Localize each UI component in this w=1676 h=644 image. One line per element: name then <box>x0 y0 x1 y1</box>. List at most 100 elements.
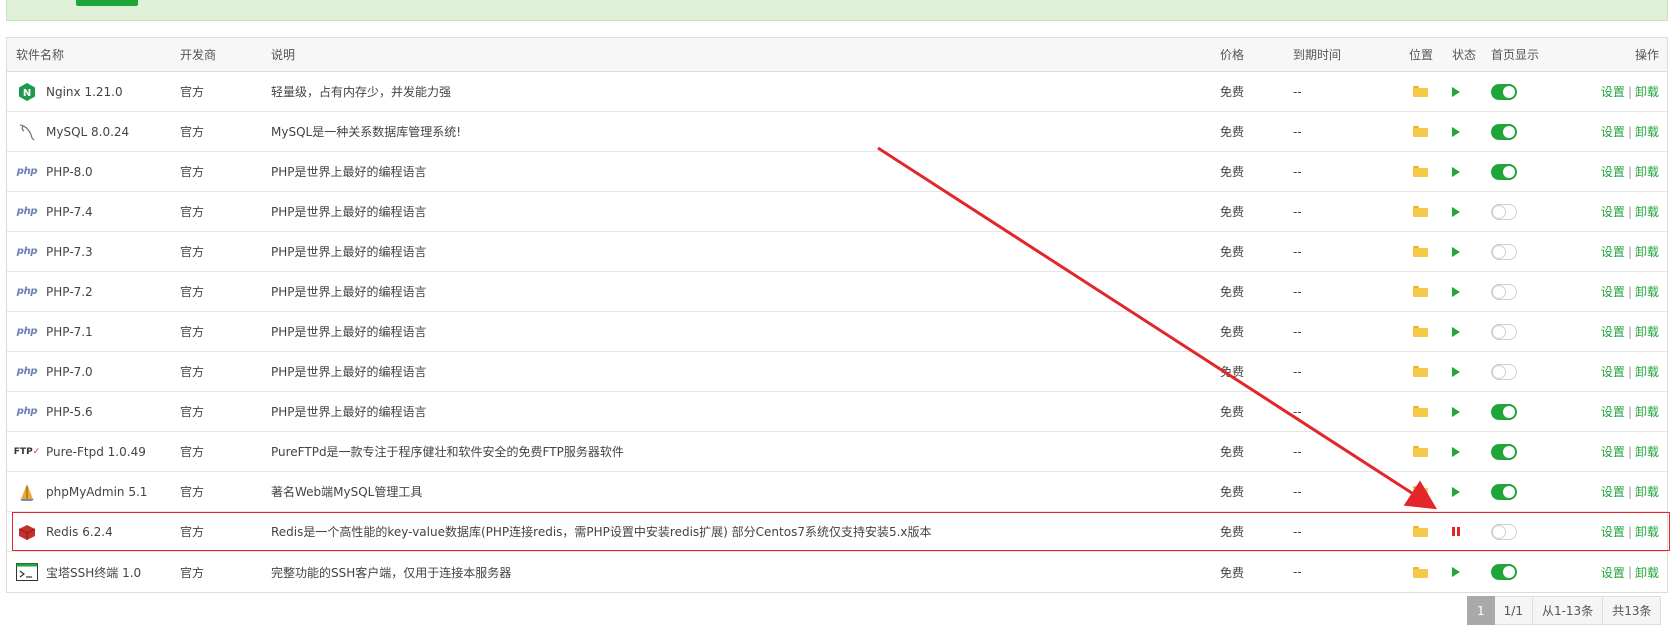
homepage-toggle[interactable] <box>1491 564 1517 580</box>
play-icon[interactable] <box>1452 86 1460 97</box>
settings-link[interactable]: 设置 <box>1601 203 1625 220</box>
banner-link[interactable] <box>152 0 222 4</box>
homepage-toggle[interactable] <box>1491 243 1517 260</box>
play-icon[interactable] <box>1452 326 1460 337</box>
uninstall-link[interactable]: 卸载 <box>1635 564 1659 581</box>
settings-link[interactable]: 设置 <box>1601 483 1625 500</box>
settings-link[interactable]: 设置 <box>1601 283 1625 300</box>
folder-icon[interactable] <box>1413 326 1428 337</box>
software-name[interactable]: PHP-7.3 <box>46 245 93 259</box>
settings-link[interactable]: 设置 <box>1601 523 1625 540</box>
uninstall-link[interactable]: 卸载 <box>1635 203 1659 220</box>
pause-icon[interactable] <box>1452 527 1460 536</box>
software-name-cell[interactable]: N Nginx 1.21.0 <box>16 72 123 111</box>
folder-icon[interactable] <box>1413 406 1428 417</box>
uninstall-link[interactable]: 卸载 <box>1635 83 1659 100</box>
play-icon[interactable] <box>1452 406 1460 417</box>
play-icon[interactable] <box>1452 246 1460 257</box>
page-current[interactable]: 1 <box>1467 596 1495 625</box>
folder-icon[interactable] <box>1413 166 1428 177</box>
software-name[interactable]: Pure-Ftpd 1.0.49 <box>46 445 146 459</box>
settings-link[interactable]: 设置 <box>1601 323 1625 340</box>
software-name-cell[interactable]: phpMyAdmin 5.1 <box>16 472 147 511</box>
settings-link[interactable]: 设置 <box>1601 243 1625 260</box>
homepage-cell <box>1491 472 1517 511</box>
status-cell <box>1452 432 1460 471</box>
folder-icon[interactable] <box>1413 366 1428 377</box>
play-icon[interactable] <box>1452 126 1460 137</box>
software-name[interactable]: Redis 6.2.4 <box>46 525 113 539</box>
homepage-toggle[interactable] <box>1491 483 1517 500</box>
settings-link[interactable]: 设置 <box>1601 123 1625 140</box>
software-name[interactable]: PHP-5.6 <box>46 405 93 419</box>
software-name[interactable]: PHP-7.0 <box>46 365 93 379</box>
software-name-cell[interactable]: php PHP-7.0 <box>16 352 93 391</box>
uninstall-link[interactable]: 卸载 <box>1635 443 1659 460</box>
software-name-cell[interactable]: php PHP-5.6 <box>16 392 93 431</box>
software-name[interactable]: 宝塔SSH终端 1.0 <box>46 564 141 581</box>
uninstall-link[interactable]: 卸载 <box>1635 243 1659 260</box>
play-icon[interactable] <box>1452 567 1460 577</box>
software-name[interactable]: PHP-7.1 <box>46 325 93 339</box>
folder-icon[interactable] <box>1413 486 1428 497</box>
homepage-toggle[interactable] <box>1491 83 1517 100</box>
expiry-cell: -- <box>1293 124 1302 139</box>
play-icon[interactable] <box>1452 206 1460 217</box>
software-name-cell[interactable]: php PHP-7.4 <box>16 192 93 231</box>
software-name-cell[interactable]: 宝塔SSH终端 1.0 <box>16 552 141 592</box>
uninstall-link[interactable]: 卸载 <box>1635 123 1659 140</box>
folder-icon[interactable] <box>1413 246 1428 257</box>
uninstall-link[interactable]: 卸载 <box>1635 363 1659 380</box>
folder-icon[interactable] <box>1413 86 1428 97</box>
software-name[interactable]: PHP-7.4 <box>46 205 93 219</box>
homepage-toggle[interactable] <box>1491 123 1517 140</box>
play-icon[interactable] <box>1452 166 1460 177</box>
install-button[interactable] <box>76 0 138 6</box>
page-total: 共13条 <box>1603 596 1662 625</box>
software-name-cell[interactable]: php PHP-7.1 <box>16 312 93 351</box>
settings-link[interactable]: 设置 <box>1601 83 1625 100</box>
folder-icon[interactable] <box>1413 206 1428 217</box>
folder-icon[interactable] <box>1413 566 1428 578</box>
software-name-cell[interactable]: php PHP-8.0 <box>16 152 93 191</box>
software-name-cell[interactable]: FTP✓ Pure-Ftpd 1.0.49 <box>14 432 146 471</box>
software-name-cell[interactable]: MySQL 8.0.24 <box>16 112 129 151</box>
play-icon[interactable] <box>1452 366 1460 377</box>
folder-icon[interactable] <box>1413 446 1428 457</box>
software-name[interactable]: PHP-8.0 <box>46 165 93 179</box>
folder-icon[interactable] <box>1413 126 1428 137</box>
play-icon[interactable] <box>1452 446 1460 457</box>
location-cell <box>1413 472 1428 511</box>
homepage-toggle[interactable] <box>1491 163 1517 180</box>
folder-icon[interactable] <box>1413 526 1428 537</box>
software-name[interactable]: MySQL 8.0.24 <box>46 125 129 139</box>
software-name-cell[interactable]: php PHP-7.3 <box>16 232 93 271</box>
uninstall-link[interactable]: 卸载 <box>1635 163 1659 180</box>
play-icon[interactable] <box>1452 286 1460 297</box>
settings-link[interactable]: 设置 <box>1601 403 1625 420</box>
homepage-toggle[interactable] <box>1491 403 1517 420</box>
folder-icon[interactable] <box>1413 286 1428 297</box>
homepage-toggle[interactable] <box>1491 283 1517 300</box>
settings-link[interactable]: 设置 <box>1601 443 1625 460</box>
software-name-cell[interactable]: Redis 6.2.4 <box>16 512 113 551</box>
uninstall-link[interactable]: 卸载 <box>1635 523 1659 540</box>
uninstall-link[interactable]: 卸载 <box>1635 323 1659 340</box>
software-name[interactable]: PHP-7.2 <box>46 285 93 299</box>
play-icon[interactable] <box>1452 486 1460 497</box>
homepage-toggle[interactable] <box>1491 203 1517 220</box>
settings-link[interactable]: 设置 <box>1601 564 1625 581</box>
settings-link[interactable]: 设置 <box>1601 163 1625 180</box>
homepage-toggle[interactable] <box>1491 523 1517 540</box>
uninstall-link[interactable]: 卸载 <box>1635 283 1659 300</box>
homepage-toggle[interactable] <box>1491 323 1517 340</box>
uninstall-link[interactable]: 卸载 <box>1635 403 1659 420</box>
settings-link[interactable]: 设置 <box>1601 363 1625 380</box>
homepage-toggle[interactable] <box>1491 363 1517 380</box>
homepage-toggle[interactable] <box>1491 443 1517 460</box>
header-name[interactable]: 软件名称 <box>16 38 64 71</box>
software-name[interactable]: Nginx 1.21.0 <box>46 85 123 99</box>
software-name-cell[interactable]: php PHP-7.2 <box>16 272 93 311</box>
software-name[interactable]: phpMyAdmin 5.1 <box>46 485 147 499</box>
uninstall-link[interactable]: 卸载 <box>1635 483 1659 500</box>
